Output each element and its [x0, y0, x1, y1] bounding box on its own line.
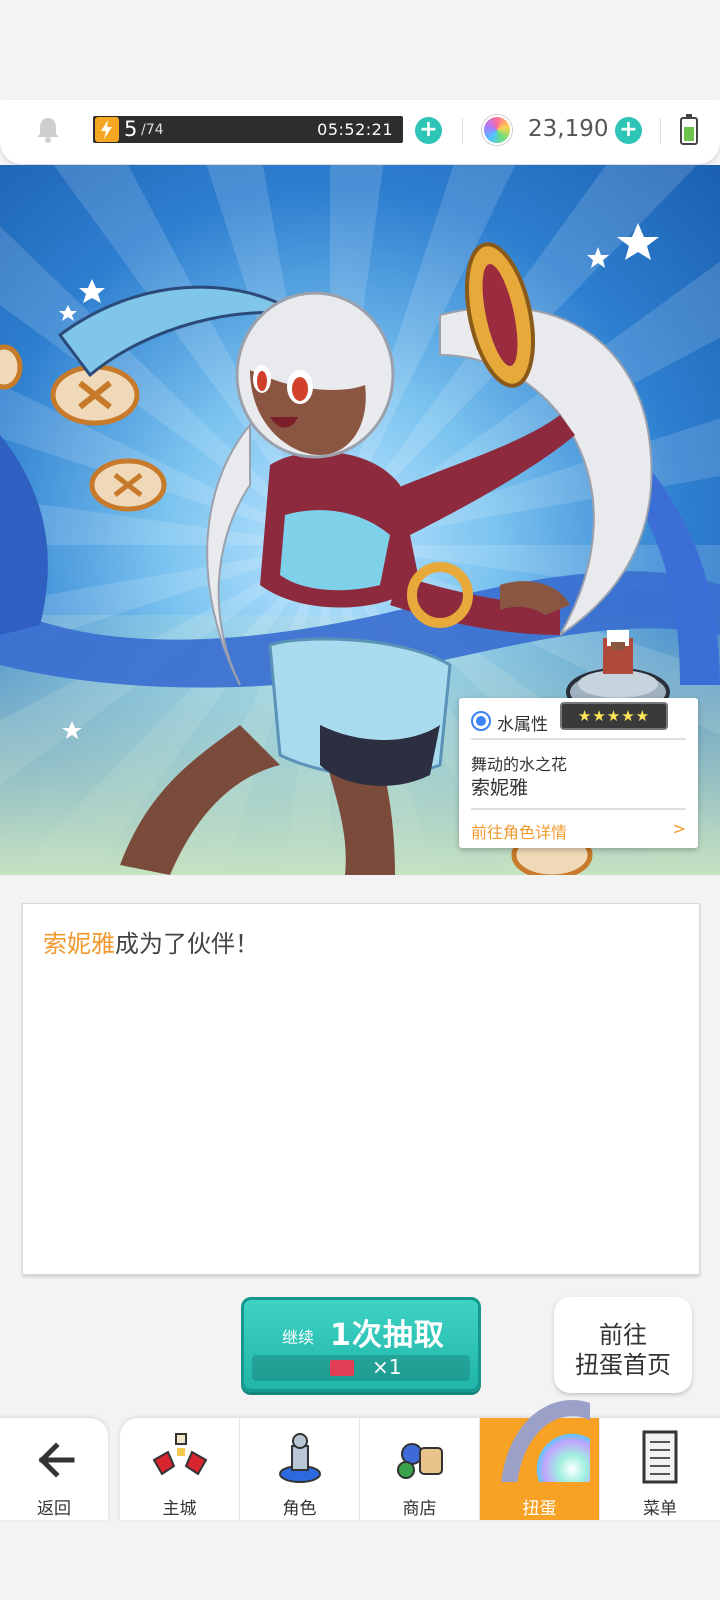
- character-icon: [279, 1433, 321, 1483]
- pull-cost-count: ×1: [372, 1355, 402, 1379]
- nav-label: 菜单: [643, 1499, 677, 1519]
- stamina-bar: 5 /74 05:52:21: [93, 116, 403, 143]
- pull-cost: ×1: [252, 1355, 470, 1381]
- result-message: 索妮雅成为了伙伴！: [43, 924, 259, 959]
- arrow-left-icon: [38, 1442, 75, 1478]
- character-title: 舞动的水之花: [471, 755, 568, 774]
- add-stamina-button[interactable]: +: [415, 117, 442, 144]
- gacha-icon: [501, 1400, 590, 1482]
- status-bar: 5 /74 05:52:21 + 23,190 +: [0, 100, 720, 164]
- gem-icon: [482, 115, 512, 145]
- character-info-card: 水属性 ★★★★★ 舞动的水之花 索妮雅 前往角色详情 >: [459, 698, 698, 848]
- pull-again-button[interactable]: 继续 1次抽取 ×1: [241, 1297, 481, 1392]
- nav-item-town[interactable]: 主城: [120, 1418, 240, 1520]
- bell-icon[interactable]: [33, 115, 63, 145]
- menu-icon: [642, 1430, 678, 1484]
- gem-count: 23,190: [528, 116, 609, 142]
- result-message-box: 索妮雅成为了伙伴！: [22, 903, 700, 1275]
- bottom-nav: 主城 角色 商店 扭蛋 菜单: [120, 1400, 720, 1520]
- stamina-current: 5: [124, 117, 138, 141]
- shop-icon: [397, 1443, 443, 1479]
- ticket-icon: [330, 1360, 354, 1376]
- message-highlight-name: 索妮雅: [43, 930, 115, 958]
- back-label: 返回: [37, 1499, 71, 1519]
- divider: [462, 118, 463, 144]
- divider: [471, 808, 686, 810]
- divider: [660, 118, 661, 144]
- stamina-max: /74: [141, 122, 164, 138]
- character-detail-link[interactable]: 前往角色详情: [471, 819, 567, 843]
- nav-label: 扭蛋: [522, 1499, 557, 1519]
- attribute-label: 水属性: [497, 715, 548, 735]
- nav-label: 商店: [402, 1499, 437, 1519]
- battery-icon: [680, 114, 698, 145]
- rarity-stars: ★★★★★: [560, 702, 668, 730]
- nav-item-menu[interactable]: 菜单: [600, 1418, 720, 1520]
- nav-item-gacha[interactable]: 扭蛋: [480, 1400, 600, 1520]
- nav-item-characters[interactable]: 角色: [240, 1418, 360, 1520]
- castle-icon: [152, 1433, 208, 1476]
- message-text: 成为了伙伴！: [115, 930, 259, 958]
- nav-label: 角色: [282, 1499, 317, 1519]
- pull-label: 1次抽取: [330, 1318, 445, 1353]
- back-button[interactable]: 返回: [0, 1418, 108, 1520]
- water-attribute-icon: [471, 711, 491, 731]
- gacha-home-button[interactable]: 前往 扭蛋首页: [554, 1297, 692, 1393]
- add-gems-button[interactable]: +: [615, 117, 642, 144]
- stamina-bolt-icon: [95, 117, 119, 142]
- gacha-home-line2: 扭蛋首页: [575, 1351, 671, 1379]
- nav-item-shop[interactable]: 商店: [360, 1418, 480, 1520]
- pull-prefix: 继续: [282, 1328, 315, 1347]
- nav-label: 主城: [162, 1499, 197, 1519]
- chevron-right-icon[interactable]: >: [673, 819, 686, 838]
- divider: [471, 738, 686, 740]
- character-name: 索妮雅: [471, 777, 529, 799]
- stamina-timer: 05:52:21: [317, 120, 393, 139]
